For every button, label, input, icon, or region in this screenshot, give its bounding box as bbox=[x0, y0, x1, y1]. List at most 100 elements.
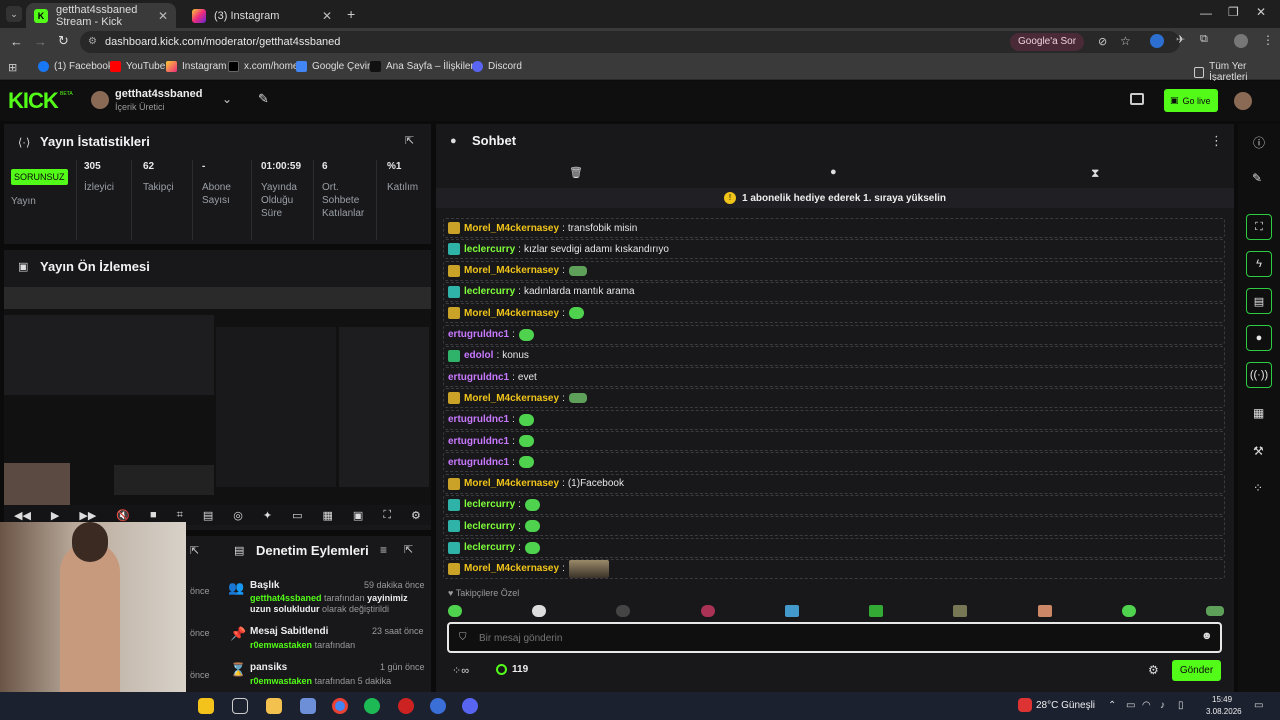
emote-icon[interactable] bbox=[532, 605, 547, 617]
restore-icon[interactable]: ❐ bbox=[1228, 5, 1239, 19]
bookmark-ana-sayfa[interactable]: Ana Sayfa – İlişkiler... bbox=[370, 61, 482, 72]
tab-instagram[interactable]: (3) Instagram ✕ bbox=[184, 3, 340, 28]
filter-icon[interactable]: ≡ bbox=[380, 543, 387, 557]
lightning-icon[interactable]: ϟ bbox=[1246, 251, 1272, 277]
chat-username[interactable]: leclercurry bbox=[464, 499, 515, 510]
send-button[interactable]: Gönder bbox=[1172, 660, 1221, 681]
settings-icon[interactable]: ⚙ bbox=[411, 509, 421, 522]
chevron-down-icon[interactable]: ⌄ bbox=[222, 92, 232, 106]
chat-username[interactable]: leclercurry bbox=[464, 542, 515, 553]
battery-icon[interactable]: ▯ bbox=[1178, 700, 1184, 711]
mute-icon[interactable]: 🔇 bbox=[116, 509, 130, 522]
info-icon[interactable]: ⓘ bbox=[1253, 134, 1265, 151]
emote-icon[interactable] bbox=[448, 605, 462, 617]
pip-icon[interactable]: ▭ bbox=[292, 509, 302, 522]
bookmark-discord[interactable]: Discord bbox=[472, 61, 522, 72]
chat-menu-icon[interactable]: ⋮ bbox=[1210, 133, 1223, 149]
chat-message[interactable]: ertugruldnc1: bbox=[443, 324, 1225, 345]
profile-avatar[interactable] bbox=[1234, 34, 1248, 48]
chat-username[interactable]: Morel_M4ckernasey bbox=[464, 308, 559, 319]
file-explorer-icon[interactable] bbox=[266, 698, 282, 714]
chat-message[interactable]: leclercurry: kadınlarda mantık arama bbox=[443, 281, 1225, 302]
chat-message[interactable]: leclercurry: bbox=[443, 516, 1225, 537]
bookmark-google-translate[interactable]: Google Çeviri bbox=[296, 61, 373, 72]
chat-username[interactable]: Morel_M4ckernasey bbox=[464, 223, 559, 234]
fast-forward-icon[interactable]: ▶▶ bbox=[79, 509, 96, 522]
eye-off-icon[interactable]: ⊘ bbox=[1098, 35, 1107, 48]
emote-icon[interactable] bbox=[1205, 606, 1224, 616]
chat-message[interactable]: leclercurry: bbox=[443, 537, 1225, 558]
trash-icon[interactable]: 🗑 bbox=[569, 166, 583, 179]
bookmark-facebook[interactable]: (1) Facebook bbox=[38, 61, 113, 72]
broadcast-icon[interactable]: ((·)) bbox=[1246, 362, 1272, 388]
camera-icon[interactable]: ■ bbox=[150, 509, 157, 521]
chat-username[interactable]: ertugruldnc1 bbox=[448, 457, 509, 468]
emoji-icon[interactable]: ☻ bbox=[1201, 630, 1213, 642]
chat-username[interactable]: leclercurry bbox=[464, 286, 515, 297]
popout-icon[interactable]: ⇱ bbox=[404, 543, 413, 556]
wifi-icon[interactable]: ◠ bbox=[1142, 700, 1151, 711]
chat-username[interactable]: ertugruldnc1 bbox=[448, 372, 509, 383]
close-icon[interactable]: ✕ bbox=[158, 9, 168, 23]
channel-avatar[interactable] bbox=[91, 91, 109, 109]
chat-bubble-icon[interactable]: ● bbox=[830, 166, 837, 178]
new-tab-icon[interactable]: + bbox=[347, 6, 355, 22]
all-bookmarks[interactable]: Tüm Yer İşaretleri bbox=[1194, 61, 1280, 83]
chat-message[interactable]: leclercurry: bbox=[443, 494, 1225, 515]
tray-chevron-icon[interactable]: ⌃ bbox=[1108, 700, 1116, 711]
emote-icon[interactable] bbox=[1037, 605, 1052, 617]
chat-username[interactable]: ertugruldnc1 bbox=[448, 329, 509, 340]
chat-message[interactable]: edolol: konus bbox=[443, 345, 1225, 366]
sparkle-icon[interactable]: ✦ bbox=[263, 509, 272, 522]
widgets-icon[interactable] bbox=[198, 698, 214, 714]
camera-icon[interactable] bbox=[1130, 93, 1144, 105]
hourglass-icon[interactable]: ⧗ bbox=[1091, 166, 1099, 181]
play-icon[interactable]: ▶ bbox=[51, 509, 59, 522]
edit-icon[interactable]: ✎ bbox=[1252, 171, 1262, 185]
spotify-icon[interactable] bbox=[364, 698, 380, 714]
infinity-icon[interactable]: ⁘∞ bbox=[452, 664, 469, 677]
window-icon[interactable]: ▣ bbox=[353, 509, 363, 522]
network-icon[interactable]: ▭ bbox=[1126, 700, 1135, 711]
forward-icon[interactable]: → bbox=[34, 34, 47, 49]
window-close-icon[interactable]: ✕ bbox=[1256, 5, 1266, 19]
speed-icon[interactable]: ◎ bbox=[233, 509, 243, 522]
task-view-icon[interactable] bbox=[232, 698, 248, 714]
popout-icon[interactable]: ⇱ bbox=[190, 544, 199, 557]
volume-icon[interactable]: ♪ bbox=[1160, 700, 1165, 711]
chat-message[interactable]: Morel_M4ckernasey: bbox=[443, 260, 1225, 281]
chat-message[interactable]: ertugruldnc1: bbox=[443, 409, 1225, 430]
extension-icon[interactable]: ✈ bbox=[1176, 33, 1185, 46]
bookmark-x[interactable]: x.com/home bbox=[228, 61, 298, 72]
back-icon[interactable]: ← bbox=[10, 34, 23, 49]
chat-username[interactable]: Morel_M4ckernasey bbox=[464, 563, 559, 574]
chat-username[interactable]: ertugruldnc1 bbox=[448, 414, 509, 425]
gift-sub-banner[interactable]: ! 1 abonelik hediye ederek 1. sıraya yük… bbox=[436, 188, 1234, 208]
chat-username[interactable]: leclercurry bbox=[464, 521, 515, 532]
chat-username[interactable]: Morel_M4ckernasey bbox=[464, 265, 559, 276]
rewind-icon[interactable]: ◀◀ bbox=[14, 509, 31, 522]
ask-google-button[interactable]: Google'a Sor bbox=[1010, 33, 1085, 51]
go-live-button[interactable]: ▣ Go live bbox=[1164, 89, 1218, 112]
chat-message[interactable]: Morel_M4ckernasey: bbox=[443, 303, 1225, 324]
tab-search-icon[interactable]: ⌄ bbox=[6, 6, 22, 22]
chat-message[interactable]: Morel_M4ckernasey: bbox=[443, 388, 1225, 409]
chrome-icon[interactable] bbox=[332, 698, 348, 714]
crop-icon[interactable]: ⌗ bbox=[177, 509, 183, 522]
chat-message[interactable]: ertugruldnc1: evet bbox=[443, 367, 1225, 388]
emote-icon[interactable] bbox=[700, 605, 715, 617]
subtitles-icon[interactable]: ▤ bbox=[203, 509, 213, 522]
chat-username[interactable]: leclercurry bbox=[464, 244, 515, 255]
chat-message[interactable]: ertugruldnc1: bbox=[443, 431, 1225, 451]
chat-message[interactable]: leclercurry: kızlar sevdigi adamı kıskand… bbox=[443, 239, 1225, 260]
fullscreen-icon[interactable]: ⛶ bbox=[1246, 214, 1272, 240]
site-info-icon[interactable]: ⚙ bbox=[88, 36, 97, 47]
chat-username[interactable]: Morel_M4ckernasey bbox=[464, 393, 559, 404]
close-icon[interactable]: ✕ bbox=[322, 9, 332, 23]
stream-preview-video[interactable] bbox=[4, 287, 431, 505]
emote-icon[interactable] bbox=[1121, 605, 1136, 617]
url-bar[interactable]: ⚙ dashboard.kick.com/moderator/getthat4s… bbox=[80, 31, 1180, 53]
emote-icon[interactable] bbox=[869, 605, 884, 617]
emote-icon[interactable] bbox=[616, 605, 631, 617]
wrench-icon[interactable]: ⚒ bbox=[1253, 444, 1264, 458]
